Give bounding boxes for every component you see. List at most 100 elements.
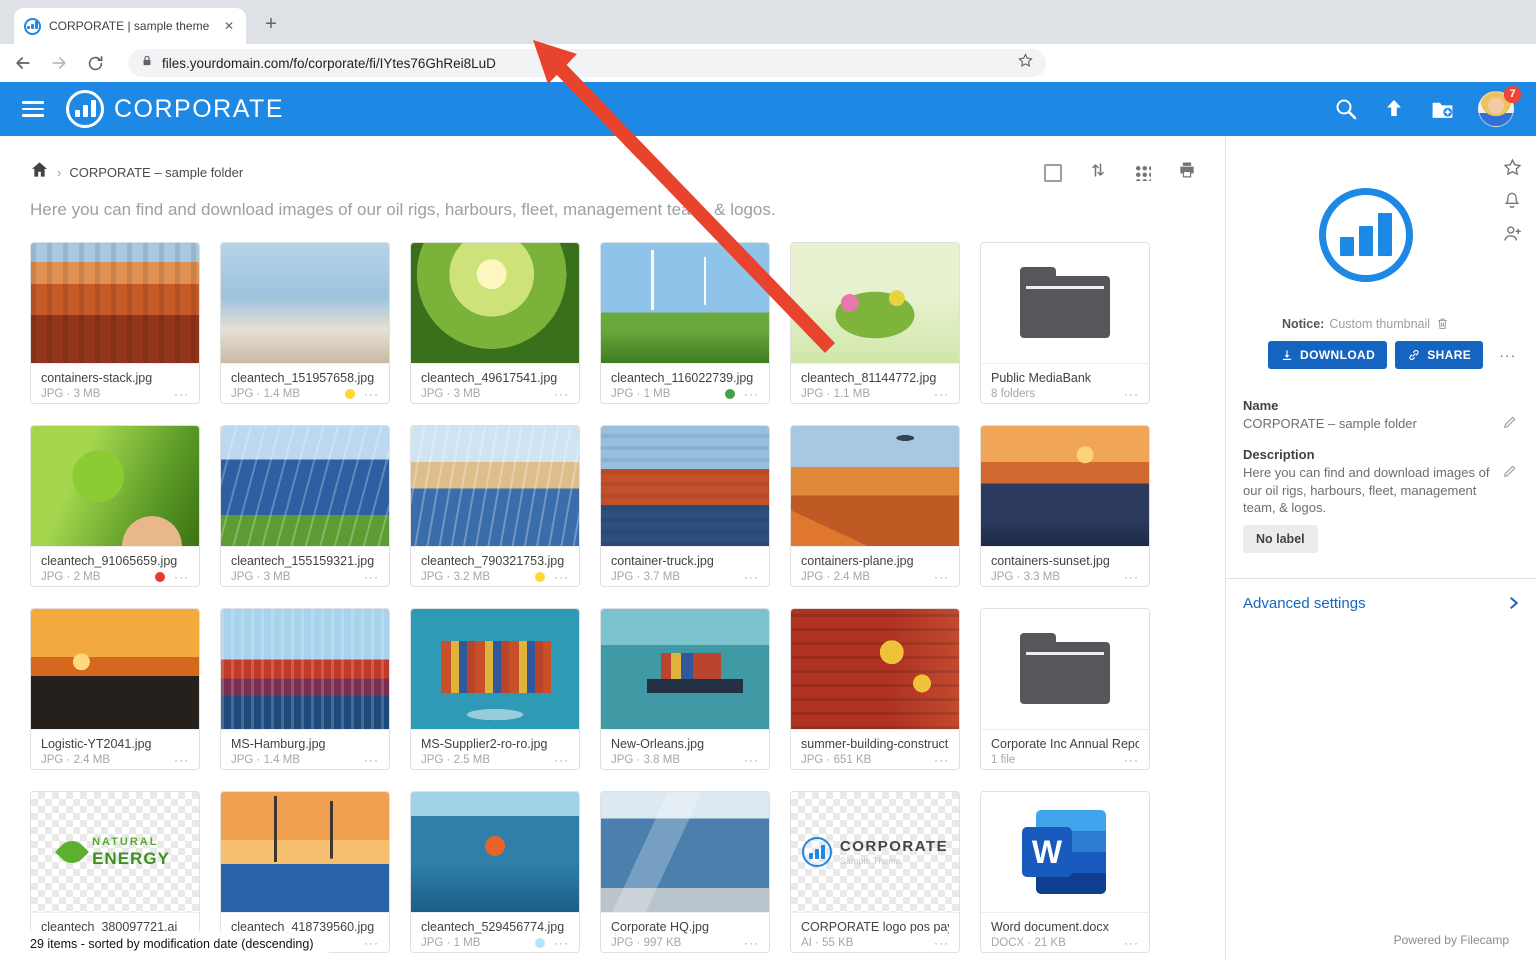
file-menu-button[interactable]: ··· xyxy=(934,754,949,766)
file-thumbnail[interactable] xyxy=(411,243,579,364)
file-menu-button[interactable]: ··· xyxy=(554,937,569,949)
brand-logo-icon[interactable] xyxy=(66,90,104,128)
file-card[interactable]: cleantech_49617541.jpg JPG · 3 MB ··· xyxy=(410,242,580,404)
file-thumbnail[interactable] xyxy=(31,609,199,730)
file-menu-button[interactable]: ··· xyxy=(174,754,189,766)
file-thumbnail[interactable] xyxy=(601,609,769,730)
search-icon[interactable] xyxy=(1334,97,1358,121)
no-label-chip[interactable]: No label xyxy=(1243,525,1318,553)
file-thumbnail[interactable] xyxy=(31,243,199,364)
file-menu-button[interactable]: ··· xyxy=(174,388,189,400)
url-text[interactable]: files.yourdomain.com/fo/corporate/fi/IYt… xyxy=(162,56,1009,71)
file-menu-button[interactable]: ··· xyxy=(364,571,379,583)
file-card[interactable]: container-truck.jpg JPG · 3.7 MB ··· xyxy=(600,425,770,587)
add-folder-icon[interactable] xyxy=(1430,97,1454,121)
sort-icon[interactable] xyxy=(1088,160,1108,185)
print-icon[interactable] xyxy=(1177,160,1197,185)
file-thumbnail[interactable] xyxy=(411,792,579,913)
bookmark-star-icon[interactable] xyxy=(1017,52,1034,74)
edit-name-icon[interactable] xyxy=(1502,414,1518,430)
file-menu-button[interactable]: ··· xyxy=(744,388,759,400)
file-card[interactable]: cleantech_418739560.jpg JPG · 3 MB ··· xyxy=(220,791,390,953)
file-card[interactable]: CORPORATESample Theme CORPORATE logo pos… xyxy=(790,791,960,953)
file-menu-button[interactable]: ··· xyxy=(554,571,569,583)
select-all-checkbox[interactable] xyxy=(1044,164,1062,182)
file-card[interactable]: containers-plane.jpg JPG · 2.4 MB ··· xyxy=(790,425,960,587)
download-button[interactable]: DOWNLOAD xyxy=(1268,341,1387,369)
file-thumbnail[interactable] xyxy=(221,609,389,730)
file-thumbnail[interactable] xyxy=(791,243,959,364)
new-tab-button[interactable]: + xyxy=(258,12,284,38)
file-menu-button[interactable]: ··· xyxy=(554,388,569,400)
file-thumbnail[interactable]: CORPORATESample Theme xyxy=(791,792,959,913)
share-button[interactable]: SHARE xyxy=(1395,341,1483,369)
file-thumbnail[interactable]: NATURALENERGY xyxy=(31,792,199,913)
grid-view-icon[interactable] xyxy=(1134,164,1151,181)
breadcrumb-folder[interactable]: CORPORATE – sample folder xyxy=(69,165,243,180)
upload-icon[interactable] xyxy=(1382,97,1406,121)
file-thumbnail[interactable] xyxy=(981,609,1149,730)
file-menu-button[interactable]: ··· xyxy=(364,937,379,949)
file-card[interactable]: Logistic-YT2041.jpg JPG · 2.4 MB ··· xyxy=(30,608,200,770)
file-menu-button[interactable]: ··· xyxy=(744,754,759,766)
file-thumbnail[interactable] xyxy=(981,243,1149,364)
file-card[interactable]: Word document.docx DOCX · 21 KB ··· xyxy=(980,791,1150,953)
url-bar[interactable]: files.yourdomain.com/fo/corporate/fi/IYt… xyxy=(128,49,1046,77)
file-thumbnail[interactable] xyxy=(791,609,959,730)
file-menu-button[interactable]: ··· xyxy=(934,937,949,949)
home-icon[interactable] xyxy=(30,160,49,184)
file-menu-button[interactable]: ··· xyxy=(554,754,569,766)
file-card[interactable]: cleantech_155159321.jpg JPG · 3 MB ··· xyxy=(220,425,390,587)
file-menu-button[interactable]: ··· xyxy=(934,571,949,583)
reload-icon[interactable] xyxy=(84,52,106,74)
file-menu-button[interactable]: ··· xyxy=(934,388,949,400)
file-thumbnail[interactable] xyxy=(601,426,769,547)
file-menu-button[interactable]: ··· xyxy=(744,937,759,949)
file-card[interactable]: cleantech_151957658.jpg JPG · 1.4 MB ··· xyxy=(220,242,390,404)
file-thumbnail[interactable] xyxy=(601,243,769,364)
favorite-star-icon[interactable] xyxy=(1502,157,1523,178)
file-menu-button[interactable]: ··· xyxy=(174,571,189,583)
file-thumbnail[interactable] xyxy=(411,426,579,547)
file-card[interactable]: Corporate Inc Annual Report 1 file ··· xyxy=(980,608,1150,770)
file-thumbnail[interactable] xyxy=(601,792,769,913)
file-thumbnail[interactable] xyxy=(791,426,959,547)
browser-tab[interactable]: CORPORATE | sample theme ✕ xyxy=(14,8,246,44)
brand-name[interactable]: CORPORATE xyxy=(114,95,284,124)
file-thumbnail[interactable] xyxy=(31,426,199,547)
file-menu-button[interactable]: ··· xyxy=(744,571,759,583)
tab-close-icon[interactable]: ✕ xyxy=(222,19,236,33)
file-card[interactable]: cleantech_790321753.jpg JPG · 3.2 MB ··· xyxy=(410,425,580,587)
file-card[interactable]: NATURALENERGY cleantech_380097721.ai ··· xyxy=(30,791,200,953)
forward-icon[interactable] xyxy=(48,52,70,74)
file-card[interactable]: containers-sunset.jpg JPG · 3.3 MB ··· xyxy=(980,425,1150,587)
file-menu-button[interactable]: ··· xyxy=(1124,388,1139,400)
file-card[interactable]: New-Orleans.jpg JPG · 3.8 MB ··· xyxy=(600,608,770,770)
file-card[interactable]: cleantech_529456774.jpg JPG · 1 MB ··· xyxy=(410,791,580,953)
file-thumbnail[interactable] xyxy=(981,426,1149,547)
file-card[interactable]: cleantech_116022739.jpg JPG · 1 MB ··· xyxy=(600,242,770,404)
file-card[interactable]: MS-Hamburg.jpg JPG · 1.4 MB ··· xyxy=(220,608,390,770)
file-thumbnail[interactable] xyxy=(221,426,389,547)
more-actions-button[interactable]: ··· xyxy=(1499,347,1516,363)
file-menu-button[interactable]: ··· xyxy=(1124,754,1139,766)
user-avatar[interactable]: 7 xyxy=(1478,91,1514,127)
file-card[interactable]: Public MediaBank 8 folders ··· xyxy=(980,242,1150,404)
file-thumbnail[interactable] xyxy=(411,609,579,730)
edit-description-icon[interactable] xyxy=(1502,463,1518,479)
file-card[interactable]: cleantech_81144772.jpg JPG · 1.1 MB ··· xyxy=(790,242,960,404)
menu-icon[interactable] xyxy=(22,101,44,117)
file-menu-button[interactable]: ··· xyxy=(1124,937,1139,949)
delete-thumbnail-icon[interactable] xyxy=(1435,316,1450,331)
file-menu-button[interactable]: ··· xyxy=(364,388,379,400)
file-thumbnail[interactable] xyxy=(221,243,389,364)
file-card[interactable]: cleantech_91065659.jpg JPG · 2 MB ··· xyxy=(30,425,200,587)
back-icon[interactable] xyxy=(12,52,34,74)
file-card[interactable]: MS-Supplier2-ro-ro.jpg JPG · 2.5 MB ··· xyxy=(410,608,580,770)
file-menu-button[interactable]: ··· xyxy=(364,754,379,766)
file-menu-button[interactable]: ··· xyxy=(1124,571,1139,583)
file-card[interactable]: summer-building-construction.jpg JPG · 6… xyxy=(790,608,960,770)
advanced-settings-link[interactable]: Advanced settings xyxy=(1243,594,1522,612)
file-card[interactable]: containers-stack.jpg JPG · 3 MB ··· xyxy=(30,242,200,404)
file-thumbnail[interactable] xyxy=(981,792,1149,913)
